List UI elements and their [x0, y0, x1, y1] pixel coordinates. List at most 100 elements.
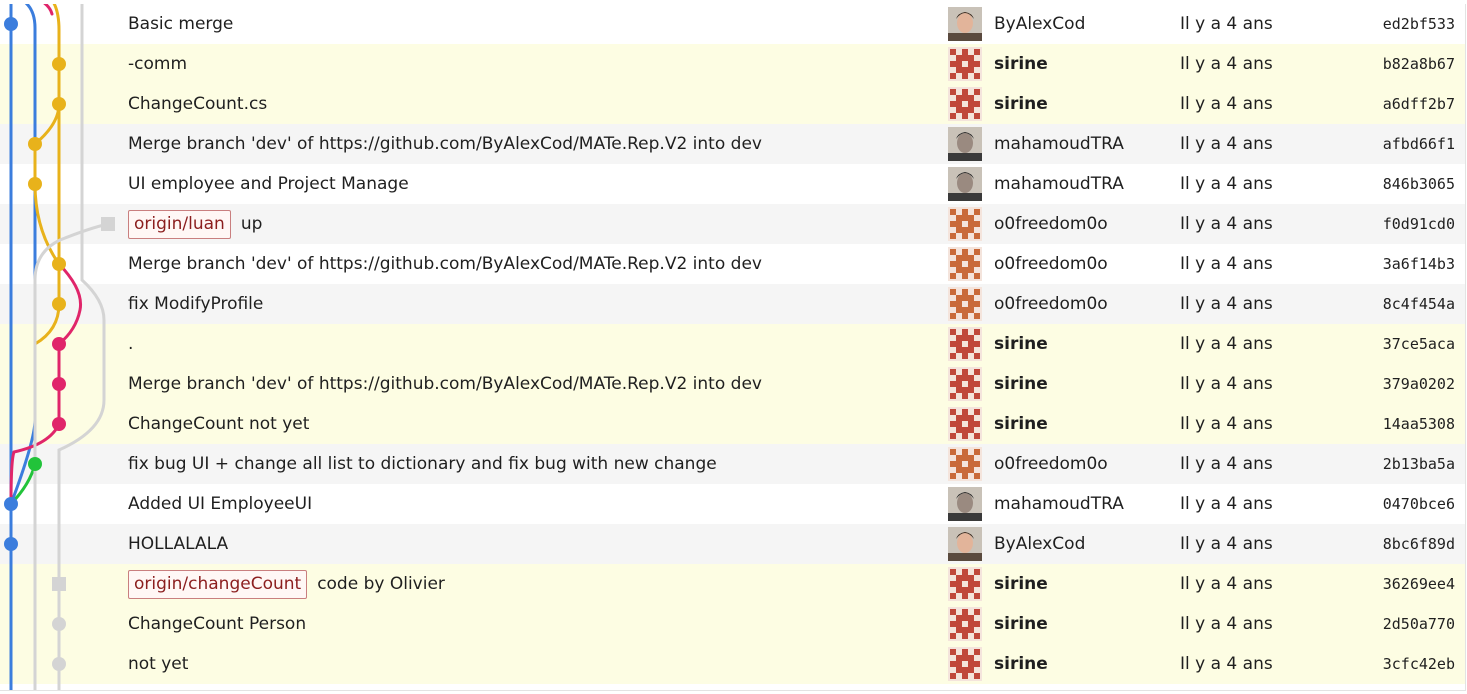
commit-row[interactable]: origin/changeCount code by Olivier sirin…: [0, 564, 1465, 604]
commit-row[interactable]: Merge branch 'dev' of https://github.com…: [0, 364, 1465, 404]
commit-date: Il y a 4 ans: [1180, 534, 1273, 554]
commit-row[interactable]: . sirine Il y a 4 ans 37ce5aca: [0, 324, 1465, 364]
commit-sha[interactable]: 8c4f454a: [1383, 284, 1455, 324]
commit-message-cell: UI employee and Project Manage: [128, 164, 409, 204]
commit-row[interactable]: Merge branch 'dev' of https://github.com…: [0, 244, 1465, 284]
commit-dot: [52, 97, 66, 111]
photo-mahamoud-icon: [948, 167, 982, 201]
commit-date: Il y a 4 ans: [1180, 294, 1273, 314]
commit-author: sirine: [994, 574, 1048, 594]
commit-sha[interactable]: 3cfc42eb: [1383, 644, 1455, 684]
identicon-red-icon: [948, 647, 982, 681]
commit-message: -comm: [128, 54, 188, 74]
commit-dot: [28, 177, 42, 191]
commit-date: Il y a 4 ans: [1180, 654, 1273, 674]
identicon-orange-icon: [948, 207, 982, 241]
identicon-red-icon: [948, 567, 982, 601]
commit-sha[interactable]: a6dff2b7: [1383, 84, 1455, 124]
commit-row[interactable]: not yet sirine Il y a 4 ans 3cfc42eb: [0, 644, 1465, 684]
commit-message: fix ModifyProfile: [128, 294, 264, 314]
branch-graph: [4, 4, 115, 690]
commit-sha[interactable]: 846b3065: [1383, 164, 1455, 204]
commit-author: sirine: [994, 334, 1048, 354]
commit-author: o0freedom0o: [994, 254, 1108, 274]
commit-author: ByAlexCod: [994, 534, 1086, 554]
commit-message-cell: fix ModifyProfile: [128, 284, 263, 324]
commit-row[interactable]: -comm sirine Il y a 4 ans b82a8b67: [0, 44, 1465, 84]
commit-sha[interactable]: 37ce5aca: [1383, 324, 1455, 364]
commit-message: UI employee and Project Manage: [128, 174, 409, 194]
identicon-red-icon: [948, 607, 982, 641]
commit-sha[interactable]: ed2bf533: [1383, 4, 1455, 44]
commit-sha[interactable]: 3a6f14b3: [1383, 244, 1455, 284]
commit-row[interactable]: origin/luan up o0freedom0o Il y a 4 ans …: [0, 204, 1465, 244]
commit-author: o0freedom0o: [994, 214, 1108, 234]
commit-date: Il y a 4 ans: [1180, 254, 1273, 274]
photo-alex-icon: [948, 527, 982, 561]
identicon-orange-icon: [948, 447, 982, 481]
commit-dot: [52, 337, 66, 351]
commit-message: Merge branch 'dev' of https://github.com…: [128, 134, 762, 154]
lane-gray-luan-line: [33, 222, 110, 690]
commit-message-cell: not yet: [128, 644, 188, 684]
commit-row[interactable]: Basic merge ByAlexCod Il y a 4 ans ed2bf…: [0, 4, 1465, 44]
commit-sha[interactable]: f0d91cd0: [1383, 204, 1455, 244]
photo-mahamoud-icon: [948, 487, 982, 521]
photo-alex-icon: [948, 7, 982, 41]
commit-message-cell: Merge branch 'dev' of https://github.com…: [128, 244, 762, 284]
commit-message: Merge branch 'dev' of https://github.com…: [128, 254, 762, 274]
branch-ref-badge[interactable]: origin/changeCount: [128, 569, 308, 599]
commit-message: fix bug UI + change all list to dictiona…: [128, 454, 717, 474]
identicon-red-icon: [948, 327, 982, 361]
commit-author: mahamoudTRA: [994, 174, 1124, 194]
commit-row[interactable]: UI employee and Project Manage mahamoudT…: [0, 164, 1465, 204]
commit-message: HOLLALALA: [128, 534, 229, 554]
commit-message-cell: ChangeCount not yet: [128, 404, 309, 444]
commit-sha[interactable]: 8bc6f89d: [1383, 524, 1455, 564]
commit-author: mahamoudTRA: [994, 134, 1124, 154]
identicon-red-icon: [948, 367, 982, 401]
commit-sha[interactable]: 0470bce6: [1383, 484, 1455, 524]
commit-sha[interactable]: afbd66f1: [1383, 124, 1455, 164]
commit-author: o0freedom0o: [994, 294, 1108, 314]
commit-row[interactable]: HOLLALALA ByAlexCod Il y a 4 ans 8bc6f89…: [0, 524, 1465, 564]
commit-sha[interactable]: 2d50a770: [1383, 604, 1455, 644]
commit-message: not yet: [128, 654, 189, 674]
commit-message-cell: origin/changeCount code by Olivier: [128, 564, 445, 604]
identicon-red-icon: [948, 407, 982, 441]
commit-row[interactable]: fix ModifyProfile o0freedom0o Il y a 4 a…: [0, 284, 1465, 324]
commit-message: ChangeCount not yet: [128, 414, 310, 434]
commit-message-cell: fix bug UI + change all list to dictiona…: [128, 444, 717, 484]
commit-row[interactable]: ChangeCount not yet sirine Il y a 4 ans …: [0, 404, 1465, 444]
commit-sha[interactable]: 2b13ba5a: [1383, 444, 1455, 484]
lane-pink-line: [9, 262, 83, 506]
commit-dot: [28, 137, 42, 151]
commit-message-cell: Basic merge: [128, 4, 233, 44]
commit-row[interactable]: ChangeCount.cs sirine Il y a 4 ans a6dff…: [0, 84, 1465, 124]
identicon-red-icon: [948, 47, 982, 81]
commit-row[interactable]: Added UI EmployeeUI mahamoudTRA Il y a 4…: [0, 484, 1465, 524]
commit-sha[interactable]: 36269ee4: [1383, 564, 1455, 604]
commit-dot: [52, 617, 66, 631]
commit-row[interactable]: fix bug UI + change all list to dictiona…: [0, 444, 1465, 484]
commit-message: ChangeCount.cs: [128, 94, 268, 114]
commit-dot: [101, 217, 115, 231]
commit-sha[interactable]: 14aa5308: [1383, 404, 1455, 444]
lane-red-top-line: [43, 4, 54, 16]
commit-dot: [4, 17, 18, 31]
identicon-orange-icon: [948, 287, 982, 321]
commit-message-cell: ChangeCount Person: [128, 604, 306, 644]
commit-date: Il y a 4 ans: [1180, 214, 1273, 234]
commit-message: Merge branch 'dev' of https://github.com…: [128, 374, 762, 394]
commit-row[interactable]: ChangeCount Person sirine Il y a 4 ans 2…: [0, 604, 1465, 644]
commit-date: Il y a 4 ans: [1180, 414, 1273, 434]
branch-ref-badge[interactable]: origin/luan: [128, 209, 231, 239]
commit-sha[interactable]: b82a8b67: [1383, 44, 1455, 84]
commit-date: Il y a 4 ans: [1180, 494, 1273, 514]
commit-author: sirine: [994, 654, 1048, 674]
commit-message: Basic merge: [128, 14, 234, 34]
commit-date: Il y a 4 ans: [1180, 614, 1273, 634]
commit-author: sirine: [994, 54, 1048, 74]
commit-row[interactable]: Merge branch 'dev' of https://github.com…: [0, 124, 1465, 164]
commit-sha[interactable]: 379a0202: [1383, 364, 1455, 404]
